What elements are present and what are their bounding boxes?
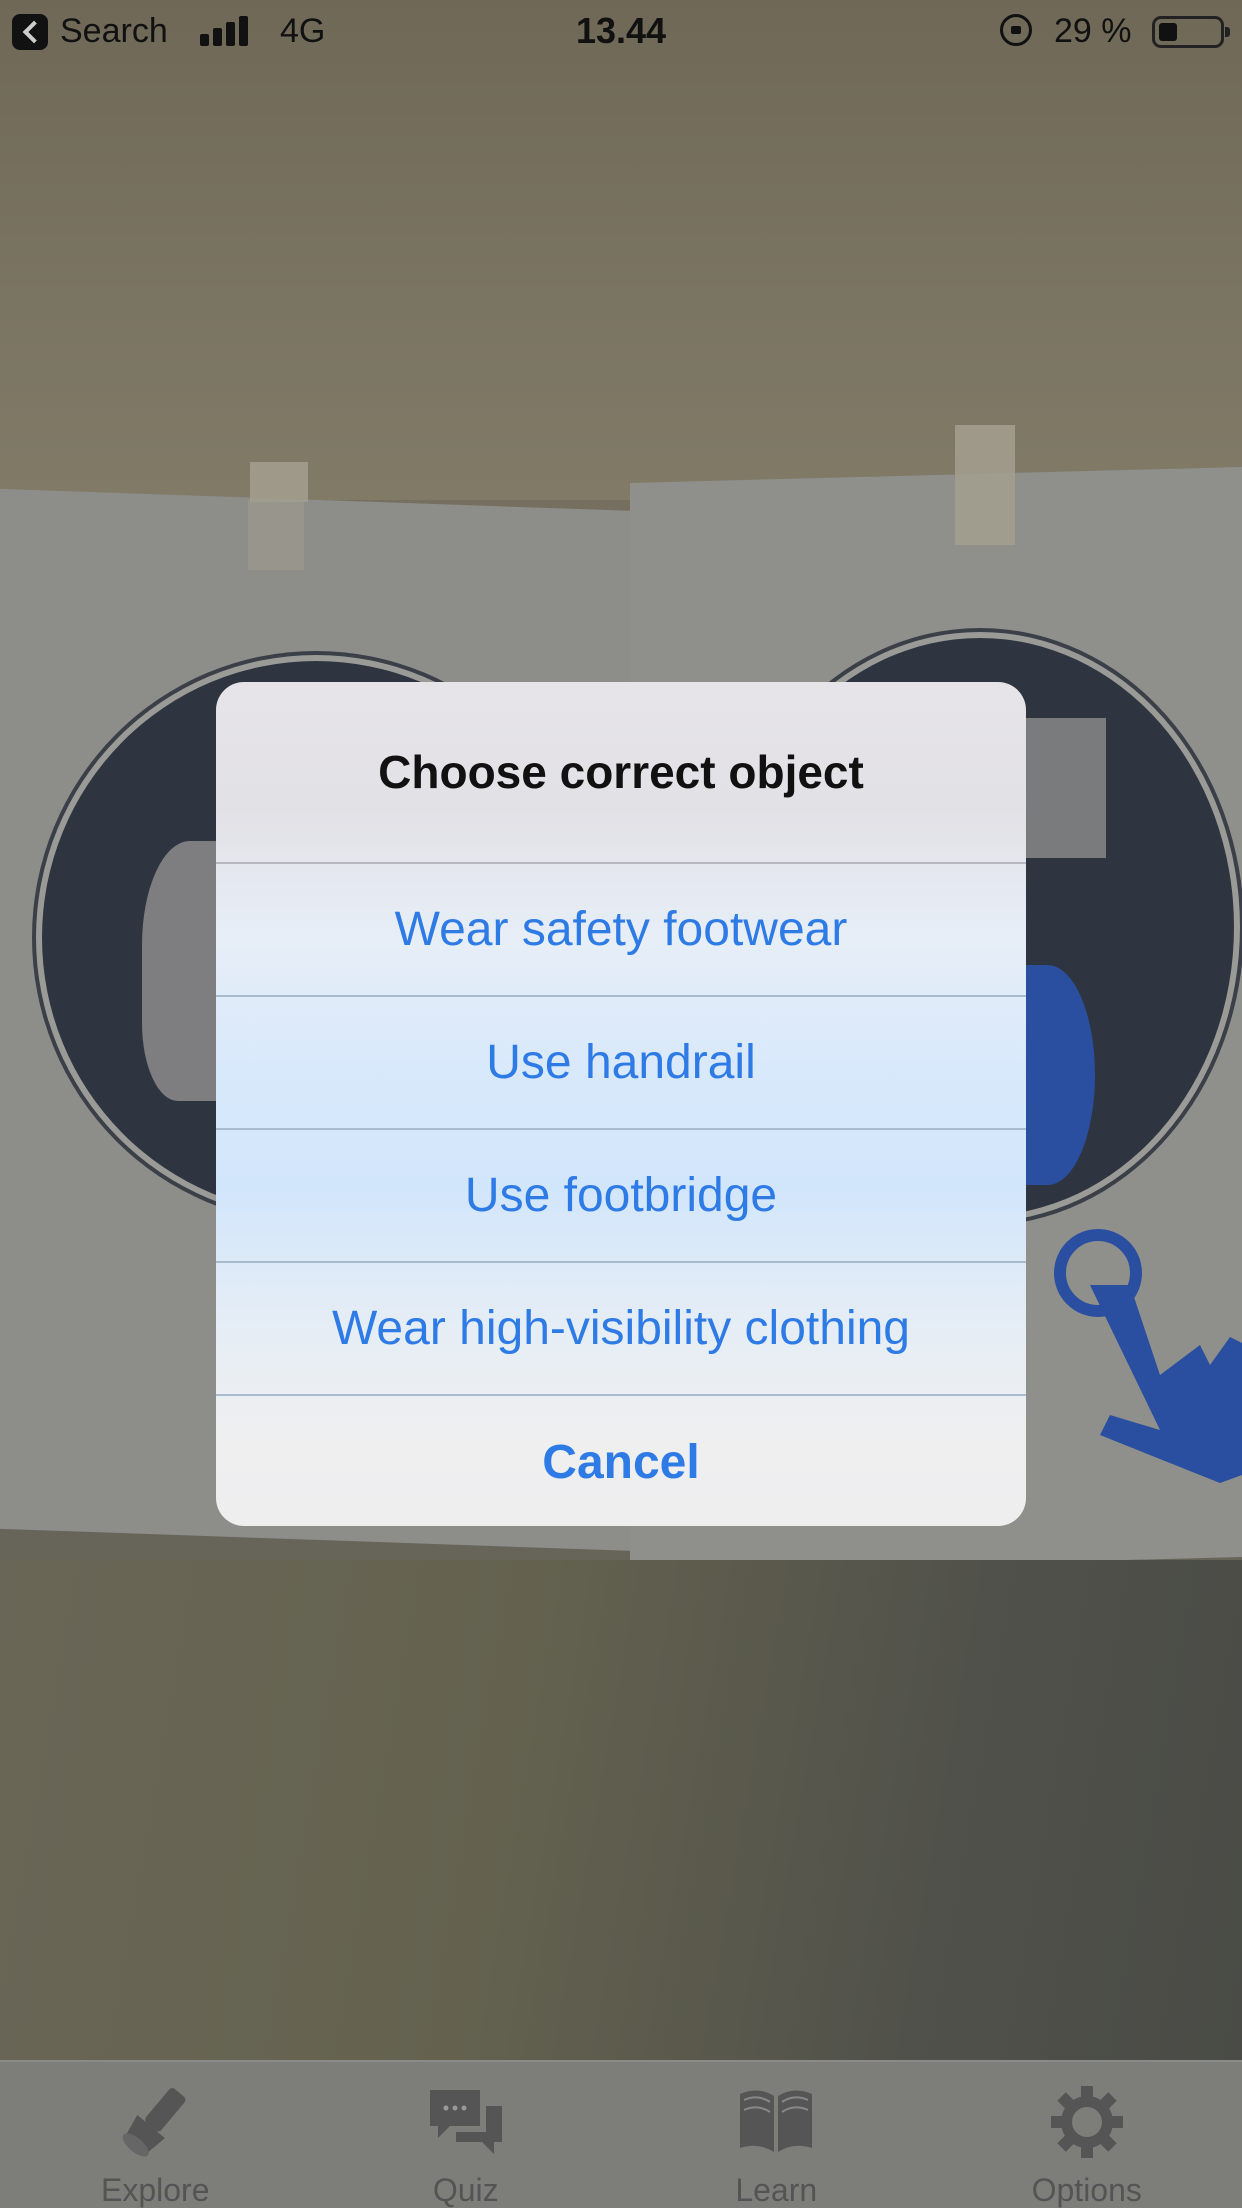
tab-quiz[interactable]: Quiz xyxy=(311,2062,622,2208)
tab-label: Options xyxy=(1031,2172,1142,2208)
tape xyxy=(250,462,308,502)
tab-bar: Explore Quiz Learn Options xyxy=(0,2060,1242,2208)
floor xyxy=(0,1560,1242,2060)
tab-explore[interactable]: Explore xyxy=(0,2062,311,2208)
choose-object-dialog: Choose correct object Wear safety footwe… xyxy=(216,682,1026,1526)
gear-icon xyxy=(1050,2086,1123,2158)
tape xyxy=(248,500,304,570)
cancel-button[interactable]: Cancel xyxy=(216,1394,1026,1526)
wall xyxy=(0,0,1242,500)
tab-options[interactable]: Options xyxy=(932,2062,1242,2208)
rotation-lock-icon xyxy=(1000,14,1032,46)
option-wear-safety-footwear[interactable]: Wear safety footwear xyxy=(216,862,1026,995)
chat-bubbles-icon xyxy=(429,2090,502,2154)
tap-hand-icon xyxy=(1054,1229,1242,1483)
flashlight-icon xyxy=(122,2088,186,2157)
option-wear-high-visibility-clothing[interactable]: Wear high-visibility clothing xyxy=(216,1261,1026,1394)
tape xyxy=(955,425,1015,545)
option-use-footbridge[interactable]: Use footbridge xyxy=(216,1128,1026,1261)
option-use-handrail[interactable]: Use handrail xyxy=(216,995,1026,1128)
tab-label: Quiz xyxy=(432,2172,499,2208)
tab-label: Learn xyxy=(735,2172,818,2208)
tab-learn[interactable]: Learn xyxy=(621,2062,932,2208)
status-bar: Search 4G 13.44 29 % xyxy=(0,0,1242,64)
book-icon xyxy=(740,2090,813,2152)
tab-label: Explore xyxy=(101,2172,210,2208)
dialog-title: Choose correct object xyxy=(378,746,864,798)
battery-percentage: 29 % xyxy=(1054,12,1132,50)
battery-icon xyxy=(1152,16,1230,48)
